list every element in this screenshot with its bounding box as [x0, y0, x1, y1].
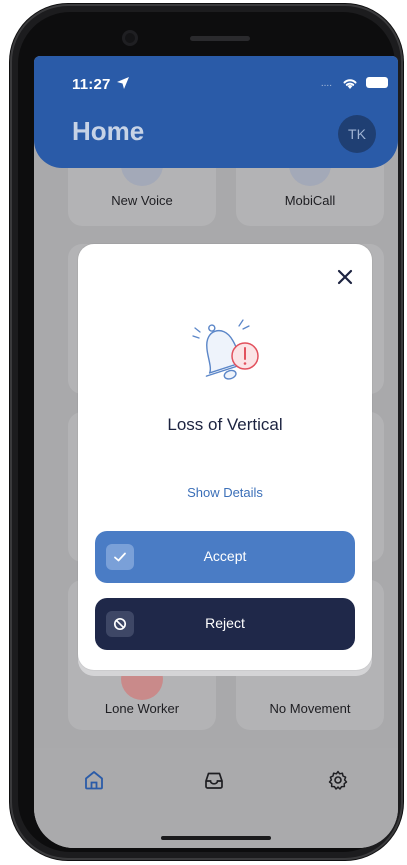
- avatar[interactable]: TK: [338, 115, 376, 153]
- front-camera: [122, 30, 138, 46]
- signal-dots: ....: [320, 78, 332, 89]
- reject-button[interactable]: Reject: [95, 598, 355, 650]
- home-indicator[interactable]: [161, 836, 271, 840]
- status-bar: 11:27 ....: [34, 56, 398, 100]
- tile-label: No Movement: [269, 701, 351, 716]
- bell-alert-icon: [192, 319, 259, 380]
- page-title: Home: [72, 116, 145, 146]
- tile-label: New Voice: [111, 193, 173, 208]
- settings-gear-icon[interactable]: [326, 768, 350, 792]
- home-icon[interactable]: [82, 768, 106, 792]
- show-details-link[interactable]: Show Details: [78, 485, 372, 500]
- reject-button-label: Reject: [205, 615, 245, 631]
- bottom-nav: [34, 748, 398, 848]
- alert-title: Loss of Vertical: [167, 415, 283, 434]
- earpiece-speaker: [190, 36, 250, 41]
- tile-label: MobiCall: [284, 193, 336, 208]
- wifi-icon: [343, 79, 357, 89]
- close-icon[interactable]: [334, 266, 356, 288]
- tile-label: Lone Worker: [104, 701, 180, 716]
- app-screen: New Voice MobiCall Lone Worker No Moveme…: [34, 56, 398, 848]
- battery-icon: [366, 77, 388, 88]
- accept-button[interactable]: Accept: [95, 531, 355, 583]
- alert-modal: Loss of Vertical Show Details Accept Rej…: [78, 244, 372, 670]
- inbox-icon[interactable]: [202, 768, 226, 792]
- app-header: 11:27 .... Home TK: [34, 56, 398, 168]
- location-arrow-icon: [117, 77, 129, 89]
- accept-button-label: Accept: [203, 548, 247, 564]
- phone-frame: New Voice MobiCall Lone Worker No Moveme…: [10, 4, 403, 860]
- status-time: 11:27: [72, 76, 111, 93]
